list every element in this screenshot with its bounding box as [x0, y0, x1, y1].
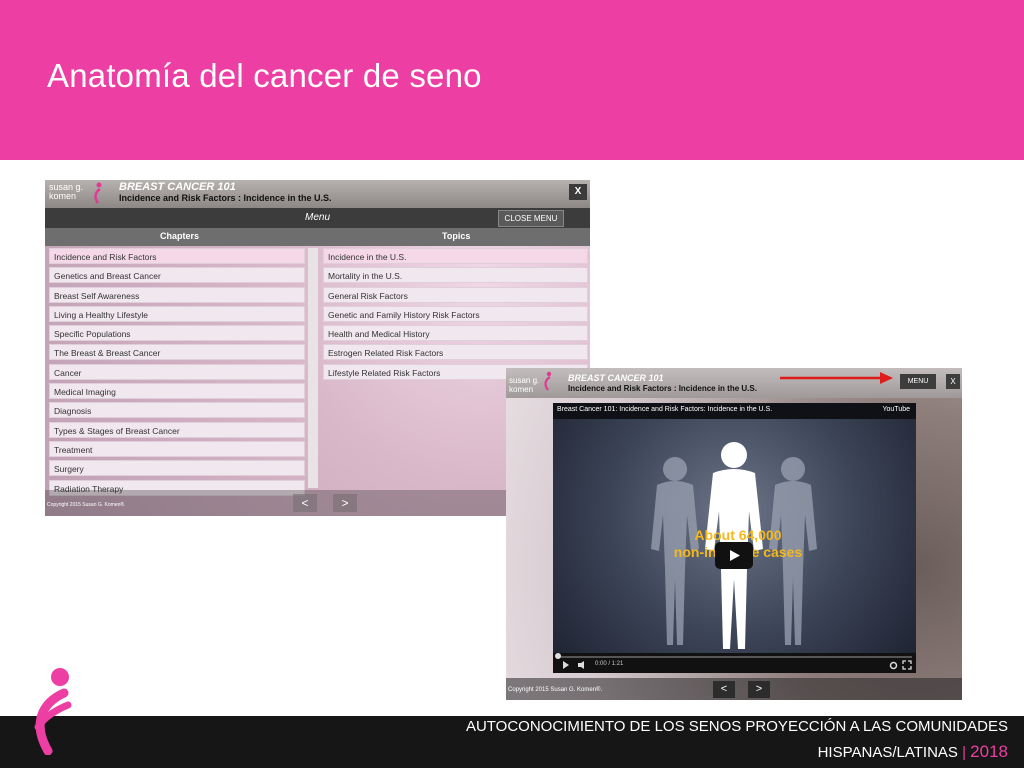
slide-header: Anatomía del cancer de seno: [0, 0, 1024, 160]
column-headers: Chapters Topics: [45, 228, 590, 246]
chapter-item[interactable]: Treatment: [49, 440, 305, 457]
fullscreen-icon[interactable]: [902, 660, 912, 670]
video-time: 0:00 / 1:21: [595, 661, 624, 667]
footer-separator: |: [962, 744, 966, 761]
chapter-item[interactable]: Surgery: [49, 460, 305, 477]
close-button[interactable]: X: [946, 374, 960, 389]
play-control-icon[interactable]: [561, 660, 571, 670]
chapters-header: Chapters: [160, 231, 200, 241]
next-button[interactable]: >: [748, 681, 770, 698]
close-button[interactable]: X: [569, 184, 587, 200]
slide-title: Anatomía del cancer de seno: [47, 57, 482, 94]
topic-item[interactable]: General Risk Factors: [323, 286, 588, 303]
play-icon: [730, 550, 740, 561]
topic-item[interactable]: Mortality in the U.S.: [323, 267, 588, 284]
video-controls: 0:00 / 1:21: [553, 653, 916, 673]
app-footer: Copyright 2015 Susan G. Komen®. < >: [506, 678, 962, 700]
video-titlebar: Breast Cancer 101: Incidence and Risk Fa…: [553, 403, 916, 419]
topic-item[interactable]: Health and Medical History: [323, 325, 588, 342]
komen-logo: susan g. komen: [509, 376, 540, 394]
footer-text-line1: AUTOCONOCIMIENTO DE LOS SENOS PROYECCIÓN…: [465, 718, 1008, 735]
topic-item[interactable]: Genetic and Family History Risk Factors: [323, 305, 588, 322]
chapter-item[interactable]: The Breast & Breast Cancer: [49, 344, 305, 361]
volume-icon[interactable]: [577, 660, 589, 670]
app-subtitle: Incidence and Risk Factors : Incidence i…: [568, 384, 757, 393]
screenshot-video: susan g. komen BREAST CANCER 101 Inciden…: [506, 368, 962, 700]
chapter-item[interactable]: Types & Stages of Breast Cancer: [49, 421, 305, 438]
chapter-item[interactable]: Living a Healthy Lifestyle: [49, 305, 305, 322]
app-topbar: susan g. komen BREAST CANCER 101 Inciden…: [45, 180, 590, 208]
topic-item[interactable]: Incidence in the U.S.: [323, 248, 588, 264]
topics-header: Topics: [442, 231, 471, 241]
video-progress-bar[interactable]: [557, 656, 912, 658]
komen-logo: susan g. komen: [49, 182, 84, 201]
prev-button[interactable]: <: [713, 681, 735, 698]
menu-button[interactable]: MENU: [900, 374, 936, 389]
chapter-item[interactable]: Specific Populations: [49, 325, 305, 342]
chapters-list: Incidence and Risk Factors Genetics and …: [49, 248, 305, 499]
close-menu-button[interactable]: CLOSE MENU: [498, 210, 564, 227]
red-arrow-icon: [780, 372, 893, 384]
video-title[interactable]: Breast Cancer 101: Incidence and Risk Fa…: [557, 406, 772, 413]
prev-button[interactable]: <: [293, 494, 317, 512]
chapter-item[interactable]: Genetics and Breast Cancer: [49, 267, 305, 284]
video-frame[interactable]: About 64,000 non-invasive cases: [553, 419, 916, 653]
pink-ribbon-icon: [34, 668, 72, 755]
progress-knob[interactable]: [555, 653, 561, 659]
topics-list: Incidence in the U.S. Mortality in the U…: [323, 248, 588, 383]
footer-year: 2018: [970, 742, 1008, 761]
youtube-logo[interactable]: YouTube: [882, 406, 910, 413]
footer-text-line2: HISPANAS/LATINAS | 2018: [818, 742, 1008, 762]
footer-community: HISPANAS/LATINAS: [817, 744, 958, 761]
video-player[interactable]: Breast Cancer 101: Incidence and Risk Fa…: [553, 403, 916, 673]
chapters-scrollbar[interactable]: [308, 248, 318, 488]
pink-ribbon-icon: [94, 182, 102, 204]
pink-ribbon-icon: [544, 371, 552, 391]
app-title: BREAST CANCER 101: [568, 373, 664, 383]
copyright-text: Copyright 2015 Susan G. Komen®.: [47, 502, 126, 508]
play-button[interactable]: [715, 542, 753, 569]
app-subtitle: Incidence and Risk Factors : Incidence i…: [119, 193, 332, 203]
chapter-item[interactable]: Incidence and Risk Factors: [49, 248, 305, 264]
next-button[interactable]: >: [333, 494, 357, 512]
menu-label: Menu: [305, 212, 331, 223]
chapter-item[interactable]: Breast Self Awareness: [49, 286, 305, 303]
copyright-text: Copyright 2015 Susan G. Komen®.: [508, 687, 603, 693]
chapter-item[interactable]: Medical Imaging: [49, 383, 305, 400]
app-title: BREAST CANCER 101: [119, 181, 236, 193]
chapter-item[interactable]: Cancer: [49, 363, 305, 380]
chapter-item[interactable]: Diagnosis: [49, 402, 305, 419]
topic-item[interactable]: Estrogen Related Risk Factors: [323, 344, 588, 361]
settings-icon[interactable]: [889, 661, 898, 670]
menu-bar: Menu CLOSE MENU: [45, 208, 590, 228]
